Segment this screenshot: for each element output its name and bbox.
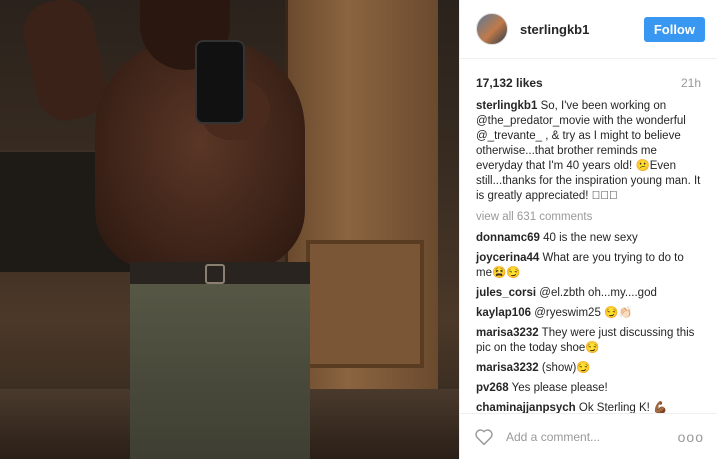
comment-text: Yes please please! [511,382,608,394]
caption-username[interactable]: sterlingkb1 [476,100,537,112]
comments-list: sterlingkb1 So, I've been working on @th… [460,99,717,416]
post-photo[interactable] [0,0,459,459]
post-frame: sterlingkb1 Follow 17,132 likes 21h ster… [0,0,717,459]
caption: sterlingkb1 So, I've been working on @th… [476,99,701,204]
add-comment-input[interactable]: Add a comment... [506,430,678,444]
likes-count[interactable]: 17,132 likes [476,76,543,90]
comment-text: @ryeswim25 😏👏🏻 [534,307,633,319]
photo-buckle [205,264,225,284]
post-time: 21h [680,76,701,90]
comment-username[interactable]: jules_corsi [476,287,536,299]
post-header: sterlingkb1 Follow [460,0,717,59]
follow-button[interactable]: Follow [643,16,705,42]
comment-username[interactable]: kaylap106 [476,307,531,319]
comment-username[interactable]: joycerina44 [476,252,539,264]
caption-text: So, I've been working on @the_predator_m… [476,100,701,202]
comment-username[interactable]: donnamc69 [476,232,540,244]
comment-item: donnamc69 40 is the new sexy [476,231,701,246]
post-sidebar: sterlingkb1 Follow 17,132 likes 21h ster… [459,0,717,459]
comment-item: marisa3232 They were just discussing thi… [476,326,701,356]
post-stats: 17,132 likes 21h [460,67,717,99]
username[interactable]: sterlingkb1 [520,22,644,37]
avatar[interactable] [476,13,508,45]
heart-icon[interactable] [474,428,494,446]
comment-username[interactable]: marisa3232 [476,327,539,339]
photo-phone [195,40,245,124]
photo-pants [130,262,310,459]
door-panel [306,240,424,368]
comment-item: marisa3232 (show)😏 [476,361,701,376]
comment-username[interactable]: marisa3232 [476,362,539,374]
comment-item: joycerina44 What are you trying to do to… [476,251,701,281]
comment-username[interactable]: pv268 [476,382,509,394]
comment-item: pv268 Yes please please! [476,381,701,396]
comment-item: jules_corsi @el.zbth oh...my....god [476,286,701,301]
view-all-comments-link[interactable]: view all 631 comments [476,210,701,225]
more-options-icon[interactable]: ooo [678,429,704,445]
comment-text: 40 is the new sexy [543,232,638,244]
comment-text: (show)😏 [541,362,591,374]
comment-text: @el.zbth oh...my....god [539,287,657,299]
comment-item: kaylap106 @ryeswim25 😏👏🏻 [476,306,701,321]
comment-footer: Add a comment... ooo [460,413,717,459]
